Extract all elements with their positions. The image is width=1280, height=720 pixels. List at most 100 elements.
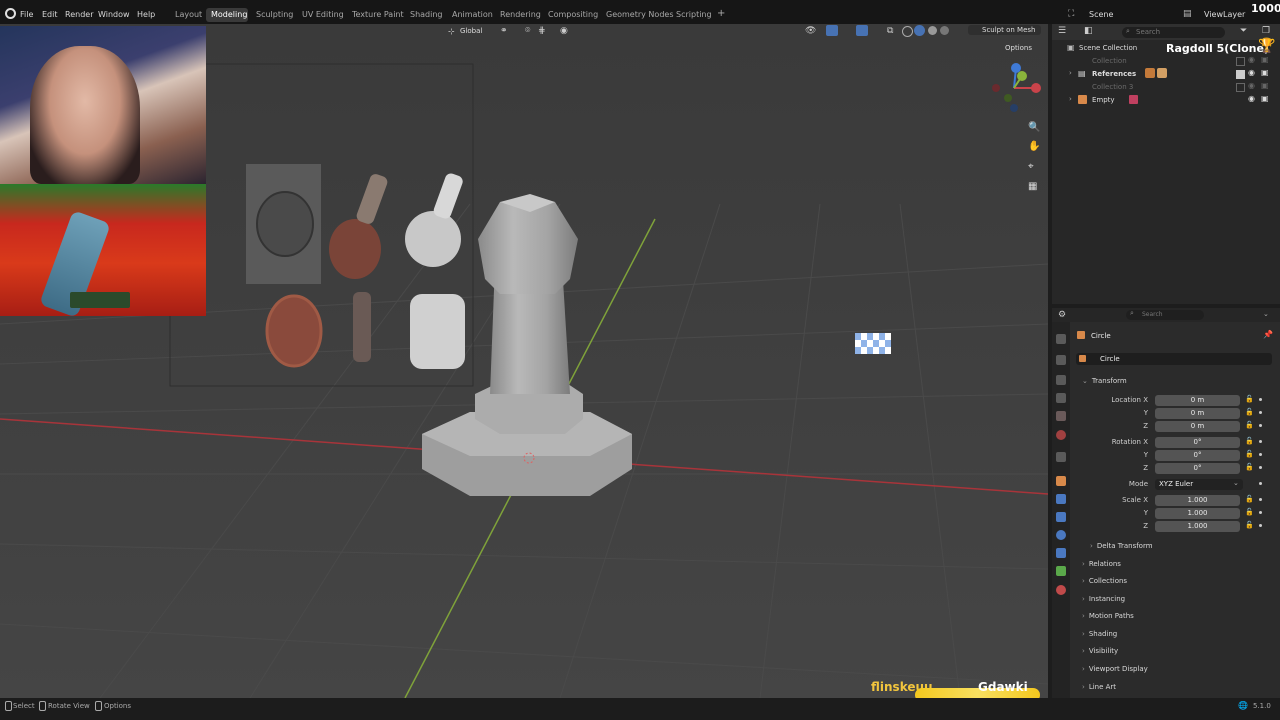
particles-tab-icon[interactable]: [1056, 512, 1066, 522]
data-tab-icon[interactable]: [1056, 566, 1066, 576]
keyframe-dot-icon[interactable]: [1259, 398, 1262, 401]
add-workspace-icon[interactable]: +: [717, 8, 725, 19]
properties-search-input[interactable]: ⌕ Search: [1126, 309, 1204, 320]
physics-tab-icon[interactable]: [1056, 530, 1066, 540]
proportional-edit-icon[interactable]: ◉: [560, 26, 568, 36]
output-tab-icon[interactable]: [1056, 375, 1066, 385]
checkbox-collection-3[interactable]: [1236, 83, 1245, 92]
eye-icon[interactable]: ◉: [1248, 81, 1255, 90]
shading-rendered-icon[interactable]: [940, 26, 949, 35]
lock-icon[interactable]: 🔓: [1245, 395, 1254, 403]
eye-icon[interactable]: ◉: [1248, 68, 1255, 77]
view-layer-tab-icon[interactable]: [1056, 393, 1066, 403]
constraints-tab-icon[interactable]: [1056, 548, 1066, 558]
xray-toggle-icon[interactable]: ⧉: [887, 26, 893, 36]
motion-paths-header[interactable]: › Motion Paths: [1082, 612, 1134, 620]
menu-edit[interactable]: Edit: [42, 10, 58, 19]
delta-transform-header[interactable]: › Delta Transform: [1090, 542, 1153, 550]
keyframe-dot-icon[interactable]: [1259, 411, 1262, 414]
scene-name[interactable]: Scene: [1089, 10, 1113, 19]
keyframe-dot-icon[interactable]: [1259, 424, 1262, 427]
checkbox-references[interactable]: [1236, 70, 1245, 79]
camera-icon[interactable]: ▣: [1261, 94, 1269, 103]
transform-header[interactable]: ⌄ Transform: [1082, 377, 1127, 385]
lock-icon[interactable]: 🔓: [1245, 508, 1254, 516]
eye-icon[interactable]: ◉: [1248, 94, 1255, 103]
keyframe-dot-icon[interactable]: [1259, 498, 1262, 501]
perspective-toggle-icon[interactable]: ▦: [1028, 181, 1037, 192]
camera-view-icon[interactable]: ⌖: [1028, 161, 1034, 172]
render-tab-icon[interactable]: [1056, 355, 1066, 365]
menu-window[interactable]: Window: [98, 10, 130, 19]
tab-uv-editing[interactable]: UV Editing: [302, 10, 344, 19]
filter-icon[interactable]: ⏷: [1240, 26, 1247, 36]
lock-icon[interactable]: 🔓: [1245, 450, 1254, 458]
navigation-gizmo[interactable]: [990, 62, 1042, 114]
lock-icon[interactable]: 🔓: [1245, 495, 1254, 503]
scale-z-field[interactable]: 1.000: [1155, 521, 1240, 532]
tab-rendering[interactable]: Rendering: [500, 10, 541, 19]
shading-solid-icon[interactable]: [914, 25, 925, 36]
outliner-scene-collection[interactable]: Scene Collection: [1079, 44, 1137, 57]
expand-arrow-icon[interactable]: ›: [1069, 95, 1072, 103]
properties-editor-type-icon[interactable]: ⚙: [1058, 310, 1066, 320]
tab-geometry-nodes[interactable]: Geometry Nodes: [606, 10, 673, 19]
viewport-options-button[interactable]: Options: [1005, 44, 1032, 52]
snap-increment-icon[interactable]: ⋕: [538, 26, 546, 36]
scale-x-field[interactable]: 1.000: [1155, 495, 1240, 506]
pan-hand-icon[interactable]: ✋: [1028, 141, 1040, 152]
rotation-y-field[interactable]: 0°: [1155, 450, 1240, 461]
lock-icon[interactable]: 🔓: [1245, 408, 1254, 416]
shading-wireframe-icon[interactable]: [902, 26, 913, 37]
scale-y-field[interactable]: 1.000: [1155, 508, 1240, 519]
pin-icon[interactable]: 📌: [1263, 330, 1273, 339]
scene-icon[interactable]: ⛶: [1068, 9, 1074, 19]
keyframe-dot-icon[interactable]: [1259, 440, 1262, 443]
tab-texture-paint[interactable]: Texture Paint: [352, 10, 404, 19]
camera-icon[interactable]: ▣: [1261, 68, 1269, 77]
orientation-dropdown[interactable]: Global: [460, 27, 482, 35]
outliner-editor-type-icon[interactable]: ☰: [1058, 26, 1066, 36]
camera-icon[interactable]: ▣: [1261, 55, 1269, 64]
empty-image-checker[interactable]: [855, 333, 891, 354]
new-collection-icon[interactable]: ❐: [1262, 26, 1270, 36]
zoom-icon[interactable]: 🔍: [1028, 122, 1040, 133]
lock-icon[interactable]: 🔓: [1245, 521, 1254, 529]
orientation-icon[interactable]: ⊹: [448, 27, 455, 36]
rotation-mode-select[interactable]: XYZ Euler ⌄: [1155, 479, 1243, 490]
viewlayer-name[interactable]: ViewLayer: [1204, 10, 1245, 19]
tab-animation[interactable]: Animation: [452, 10, 493, 19]
view-object-types-icon[interactable]: 👁: [805, 26, 816, 36]
camera-icon[interactable]: ▣: [1261, 81, 1269, 90]
modifier-tab-icon[interactable]: [1056, 494, 1066, 504]
outliner-item-empty[interactable]: Empty: [1092, 96, 1115, 109]
visibility-header[interactable]: › Visibility: [1082, 647, 1118, 655]
world-tab-icon[interactable]: [1056, 430, 1066, 440]
outliner-display-mode-icon[interactable]: ◧: [1084, 26, 1093, 36]
lock-icon[interactable]: 🔓: [1245, 421, 1254, 429]
location-x-field[interactable]: 0 m: [1155, 395, 1240, 406]
outliner-search-input[interactable]: ⌕ Search: [1122, 27, 1225, 38]
keyframe-dot-icon[interactable]: [1259, 482, 1262, 485]
rotation-z-field[interactable]: 0°: [1155, 463, 1240, 474]
shading-header[interactable]: › Shading: [1082, 630, 1117, 638]
tab-compositing[interactable]: Compositing: [548, 10, 598, 19]
menu-file[interactable]: File: [20, 10, 33, 19]
line-art-header[interactable]: › Line Art: [1082, 683, 1116, 691]
eye-icon[interactable]: ◉: [1248, 55, 1255, 64]
scene-tab-icon[interactable]: [1056, 411, 1066, 421]
material-tab-icon[interactable]: [1056, 585, 1066, 595]
snap-icon[interactable]: ⌾: [525, 26, 530, 36]
object-name[interactable]: Circle: [1091, 332, 1111, 340]
tab-scripting[interactable]: Scripting: [676, 10, 712, 19]
outliner-item-references[interactable]: References: [1092, 70, 1136, 83]
shading-material-icon[interactable]: [928, 26, 937, 35]
lock-icon[interactable]: 🔓: [1245, 463, 1254, 471]
properties-options-icon[interactable]: ⌄: [1263, 310, 1269, 318]
checkbox-collection[interactable]: [1236, 57, 1245, 66]
viewport-display-header[interactable]: › Viewport Display: [1082, 665, 1148, 673]
collections-header[interactable]: › Collections: [1082, 577, 1127, 585]
collection-tab-icon[interactable]: [1056, 452, 1066, 462]
overlays-toggle-icon[interactable]: [856, 25, 868, 36]
object-tab-icon[interactable]: [1056, 476, 1066, 486]
